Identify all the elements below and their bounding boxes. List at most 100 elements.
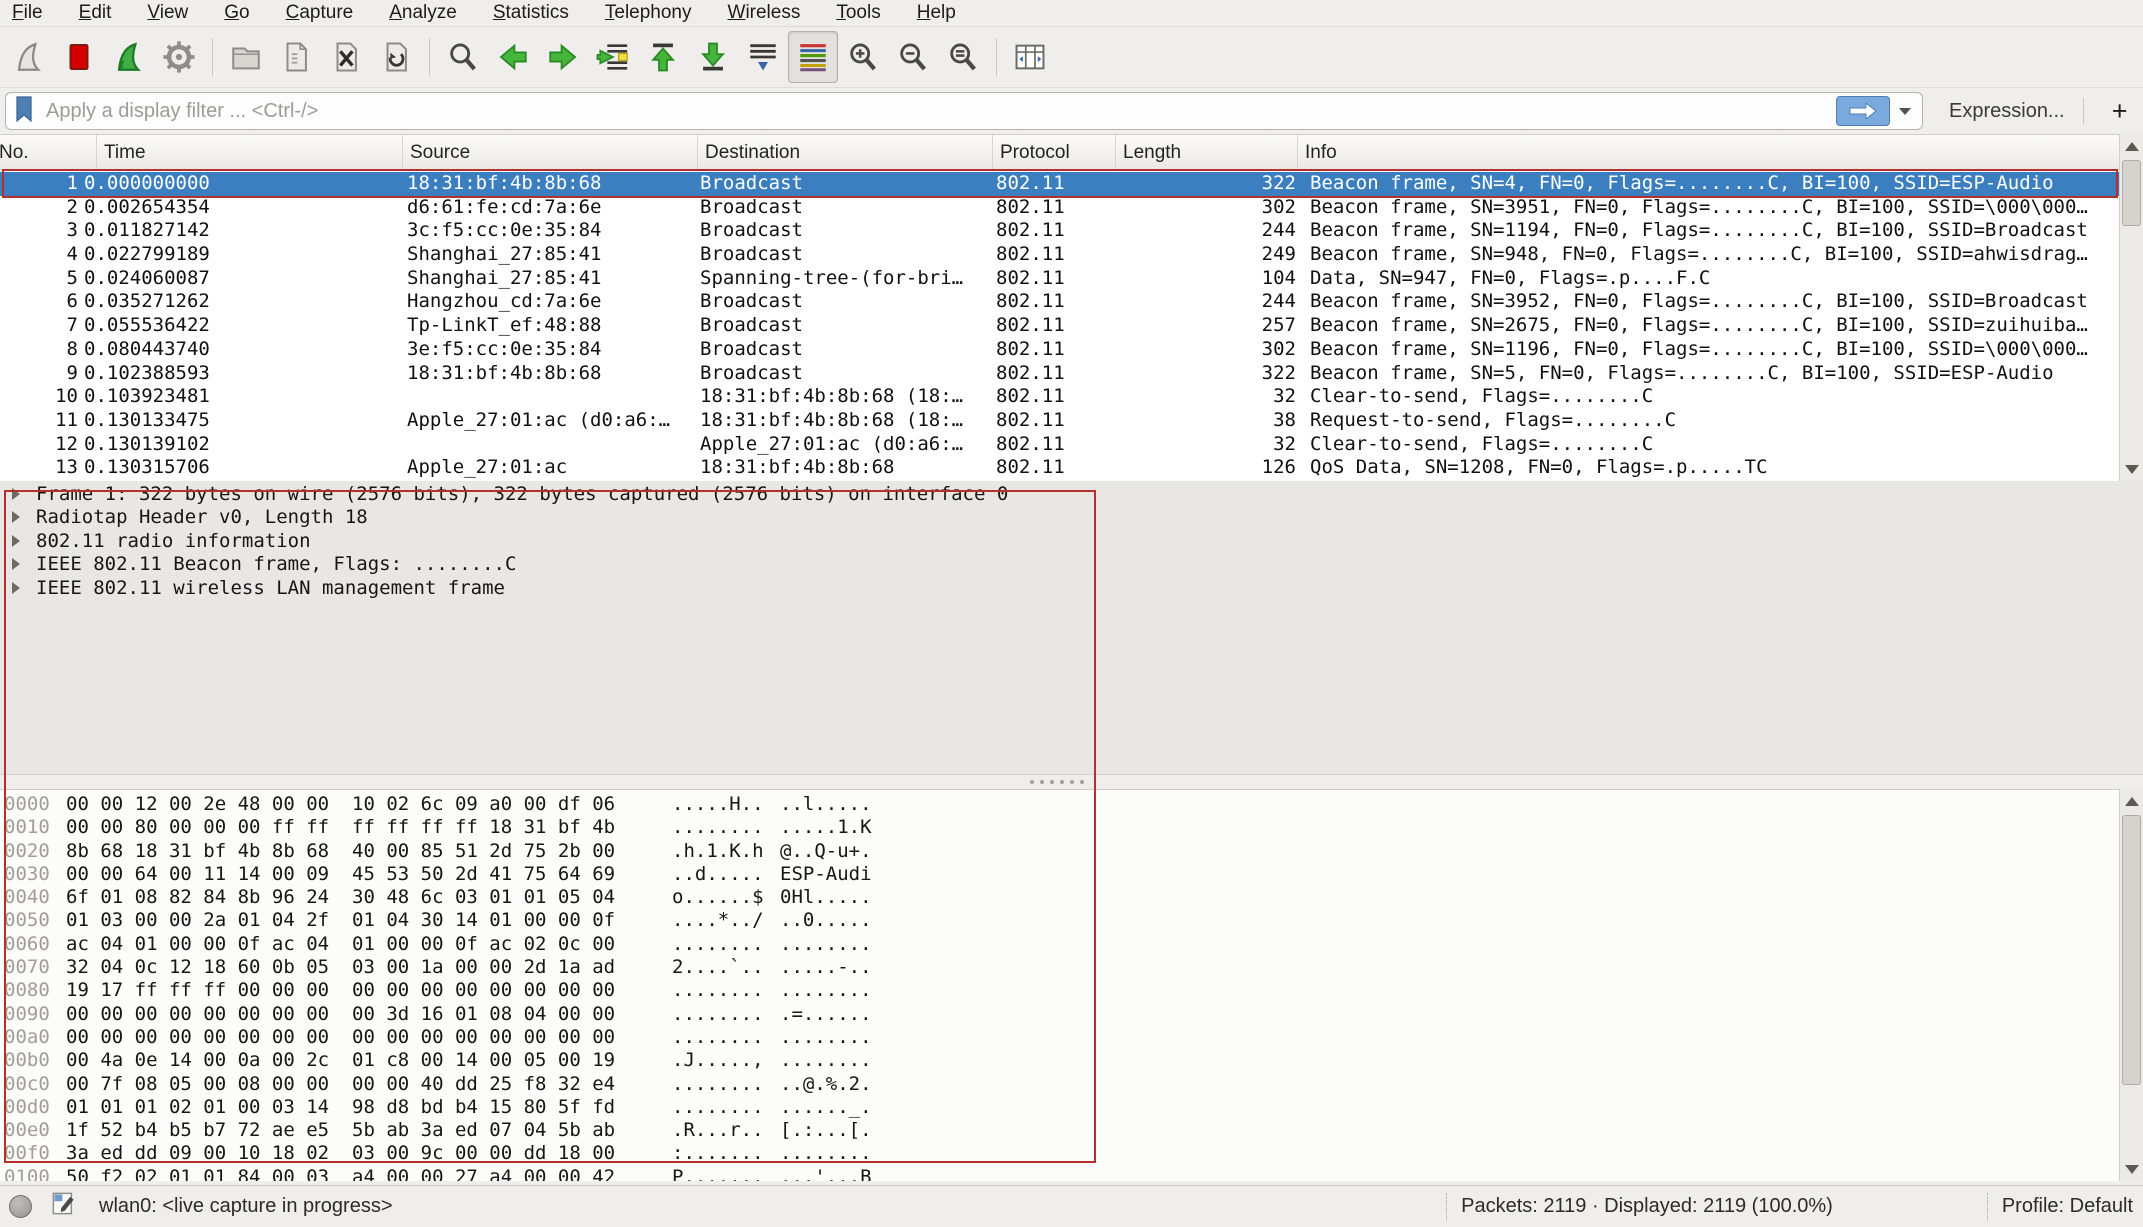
filter-bookmark-icon[interactable] <box>14 95 34 128</box>
add-filter-button[interactable]: + <box>2102 96 2138 127</box>
column-header-protocol[interactable]: Protocol <box>993 135 1116 171</box>
packet-info: Beacon frame, SN=5, FN=0, Flags=........… <box>1310 362 2115 386</box>
find-packet-icon[interactable] <box>438 31 488 83</box>
hex-row[interactable]: 0070 32 04 0c 12 18 60 0b 05 03 00 1a 00… <box>0 956 2119 979</box>
colorize-icon[interactable] <box>788 31 838 83</box>
scrollbar-thumb[interactable] <box>2122 815 2141 1085</box>
packet-row[interactable]: 13 0.130315706 Apple_27:01:ac 18:31:bf:4… <box>0 456 2119 480</box>
packet-row[interactable]: 2 0.002654354 d6:61:fe:cd:7a:6e Broadcas… <box>0 196 2119 220</box>
menu-item[interactable]: Go <box>224 2 249 24</box>
display-filter-input[interactable]: Apply a display filter ... <Ctrl-/> <box>5 92 1923 130</box>
menu-item[interactable]: Help <box>917 2 956 24</box>
hex-row[interactable]: 00a0 00 00 00 00 00 00 00 00 00 00 00 00… <box>0 1026 2119 1049</box>
stop-capture-icon[interactable] <box>54 31 104 83</box>
hex-ascii-1: P....... <box>672 1166 764 1181</box>
capture-comment-icon[interactable] <box>50 1190 77 1223</box>
hex-row[interactable]: 00b0 00 4a 0e 14 00 0a 00 2c 01 c8 00 14… <box>0 1049 2119 1072</box>
go-back-icon[interactable] <box>488 31 538 83</box>
hex-row[interactable]: 0040 6f 01 08 82 84 8b 96 24 30 48 6c 03… <box>0 886 2119 909</box>
hex-row[interactable]: 0030 00 00 64 00 11 14 00 09 45 53 50 2d… <box>0 863 2119 886</box>
go-last-packet-icon[interactable] <box>688 31 738 83</box>
menu-item[interactable]: Edit <box>79 2 112 24</box>
detail-row[interactable]: 802.11 radio information <box>0 529 2143 553</box>
scroll-up-icon[interactable] <box>2120 789 2143 813</box>
detail-row[interactable]: Radiotap Header v0, Length 18 <box>0 506 2143 530</box>
column-header-length[interactable]: Length <box>1116 135 1298 171</box>
scroll-down-icon[interactable] <box>2120 457 2143 481</box>
packet-row[interactable]: 12 0.130139102 Apple_27:01:ac (d0:a6:… 8… <box>0 433 2119 457</box>
expand-arrow-icon[interactable] <box>12 488 20 500</box>
start-capture-icon[interactable] <box>4 31 54 83</box>
profile-text[interactable]: Profile: Default <box>2002 1195 2133 1218</box>
detail-row[interactable]: IEEE 802.11 Beacon frame, Flags: .......… <box>0 553 2143 577</box>
column-header-no[interactable]: No. <box>0 135 97 171</box>
menu-item[interactable]: Tools <box>836 2 880 24</box>
packet-list-scrollbar[interactable] <box>2119 134 2143 481</box>
hex-row[interactable]: 0020 8b 68 18 31 bf 4b 8b 68 40 00 85 51… <box>0 840 2119 863</box>
hex-row[interactable]: 00c0 00 7f 08 05 00 08 00 00 00 00 40 dd… <box>0 1073 2119 1096</box>
hex-row[interactable]: 0060 ac 04 01 00 00 0f ac 04 01 00 00 0f… <box>0 933 2119 956</box>
packet-row[interactable]: 1 0.000000000 18:31:bf:4b:8b:68 Broadcas… <box>0 172 2119 196</box>
packet-row[interactable]: 5 0.024060087 Shanghai_27:85:41 Spanning… <box>0 267 2119 291</box>
go-to-packet-icon[interactable] <box>588 31 638 83</box>
column-header-source[interactable]: Source <box>403 135 698 171</box>
close-file-icon[interactable] <box>321 31 371 83</box>
menu-item[interactable]: View <box>147 2 188 24</box>
apply-filter-arrow-icon[interactable] <box>1836 96 1890 126</box>
expand-arrow-icon[interactable] <box>12 558 20 570</box>
capture-options-icon[interactable] <box>154 31 204 83</box>
packet-row[interactable]: 10 0.103923481 18:31:bf:4b:8b:68 (18:… 8… <box>0 385 2119 409</box>
column-header-time[interactable]: Time <box>97 135 403 171</box>
restart-capture-icon[interactable] <box>104 31 154 83</box>
go-forward-icon[interactable] <box>538 31 588 83</box>
filter-history-dropdown[interactable] <box>1894 96 1916 126</box>
expand-arrow-icon[interactable] <box>12 582 20 594</box>
hex-bytes-2: 00 3d 16 01 08 04 00 00 <box>352 1003 615 1026</box>
zoom-in-icon[interactable] <box>838 31 888 83</box>
resize-columns-icon[interactable] <box>1005 31 1055 83</box>
auto-scroll-icon[interactable] <box>738 31 788 83</box>
hex-row[interactable]: 00f0 3a ed dd 09 00 10 18 02 03 00 9c 00… <box>0 1142 2119 1165</box>
expand-arrow-icon[interactable] <box>12 511 20 523</box>
hex-row[interactable]: 0000 00 00 12 00 2e 48 00 00 10 02 6c 09… <box>0 793 2119 816</box>
column-header-destination[interactable]: Destination <box>698 135 993 171</box>
packet-row[interactable]: 7 0.055536422 Tp-LinkT_ef:48:88 Broadcas… <box>0 314 2119 338</box>
expand-arrow-icon[interactable] <box>12 535 20 547</box>
scrollbar-thumb[interactable] <box>2122 160 2141 226</box>
scroll-up-icon[interactable] <box>2120 134 2143 158</box>
menu-item[interactable]: Statistics <box>493 2 569 24</box>
hex-pane-scrollbar[interactable] <box>2119 789 2143 1181</box>
hex-row[interactable]: 0010 00 00 80 00 00 00 ff ff ff ff ff ff… <box>0 816 2119 839</box>
packet-row[interactable]: 4 0.022799189 Shanghai_27:85:41 Broadcas… <box>0 243 2119 267</box>
menu-item[interactable]: Telephony <box>605 2 692 24</box>
pane-splitter[interactable] <box>0 775 2143 789</box>
detail-row[interactable]: IEEE 802.11 wireless LAN management fram… <box>0 576 2143 600</box>
hex-row[interactable]: 0090 00 00 00 00 00 00 00 00 00 3d 16 01… <box>0 1003 2119 1026</box>
column-header-info[interactable]: Info <box>1298 135 2119 171</box>
detail-row[interactable]: Frame 1: 322 bytes on wire (2576 bits), … <box>0 482 2143 506</box>
packet-row[interactable]: 3 0.011827142 3c:f5:cc:0e:35:84 Broadcas… <box>0 219 2119 243</box>
scroll-down-icon[interactable] <box>2120 1157 2143 1181</box>
hex-row[interactable]: 00d0 01 01 01 02 01 00 03 14 98 d8 bd b4… <box>0 1096 2119 1119</box>
expression-button[interactable]: Expression... <box>1949 100 2065 123</box>
hex-row[interactable]: 0050 01 03 00 00 2a 01 04 2f 01 04 30 14… <box>0 909 2119 932</box>
open-file-icon[interactable] <box>221 31 271 83</box>
reload-file-icon[interactable] <box>371 31 421 83</box>
go-first-packet-icon[interactable] <box>638 31 688 83</box>
menu-item[interactable]: Wireless <box>728 2 801 24</box>
hex-row[interactable]: 0100 50 f2 02 01 01 84 00 03 a4 00 00 27… <box>0 1166 2119 1181</box>
zoom-out-icon[interactable] <box>888 31 938 83</box>
zoom-normal-icon[interactable] <box>938 31 988 83</box>
hex-row[interactable]: 00e0 1f 52 b4 b5 b7 72 ae e5 5b ab 3a ed… <box>0 1119 2119 1142</box>
splitter-handle-icon[interactable] <box>1030 780 1084 784</box>
packet-row[interactable]: 8 0.080443740 3e:f5:cc:0e:35:84 Broadcas… <box>0 338 2119 362</box>
packet-row[interactable]: 9 0.102388593 18:31:bf:4b:8b:68 Broadcas… <box>0 362 2119 386</box>
menu-item[interactable]: Analyze <box>389 2 457 24</box>
menu-item[interactable]: File <box>12 2 43 24</box>
expert-info-icon[interactable] <box>9 1195 32 1218</box>
save-file-icon[interactable] <box>271 31 321 83</box>
packet-row[interactable]: 6 0.035271262 Hangzhou_cd:7a:6e Broadcas… <box>0 290 2119 314</box>
menu-item[interactable]: Capture <box>286 2 354 24</box>
packet-row[interactable]: 11 0.130133475 Apple_27:01:ac (d0:a6:… 1… <box>0 409 2119 433</box>
hex-row[interactable]: 0080 19 17 ff ff ff 00 00 00 00 00 00 00… <box>0 979 2119 1002</box>
